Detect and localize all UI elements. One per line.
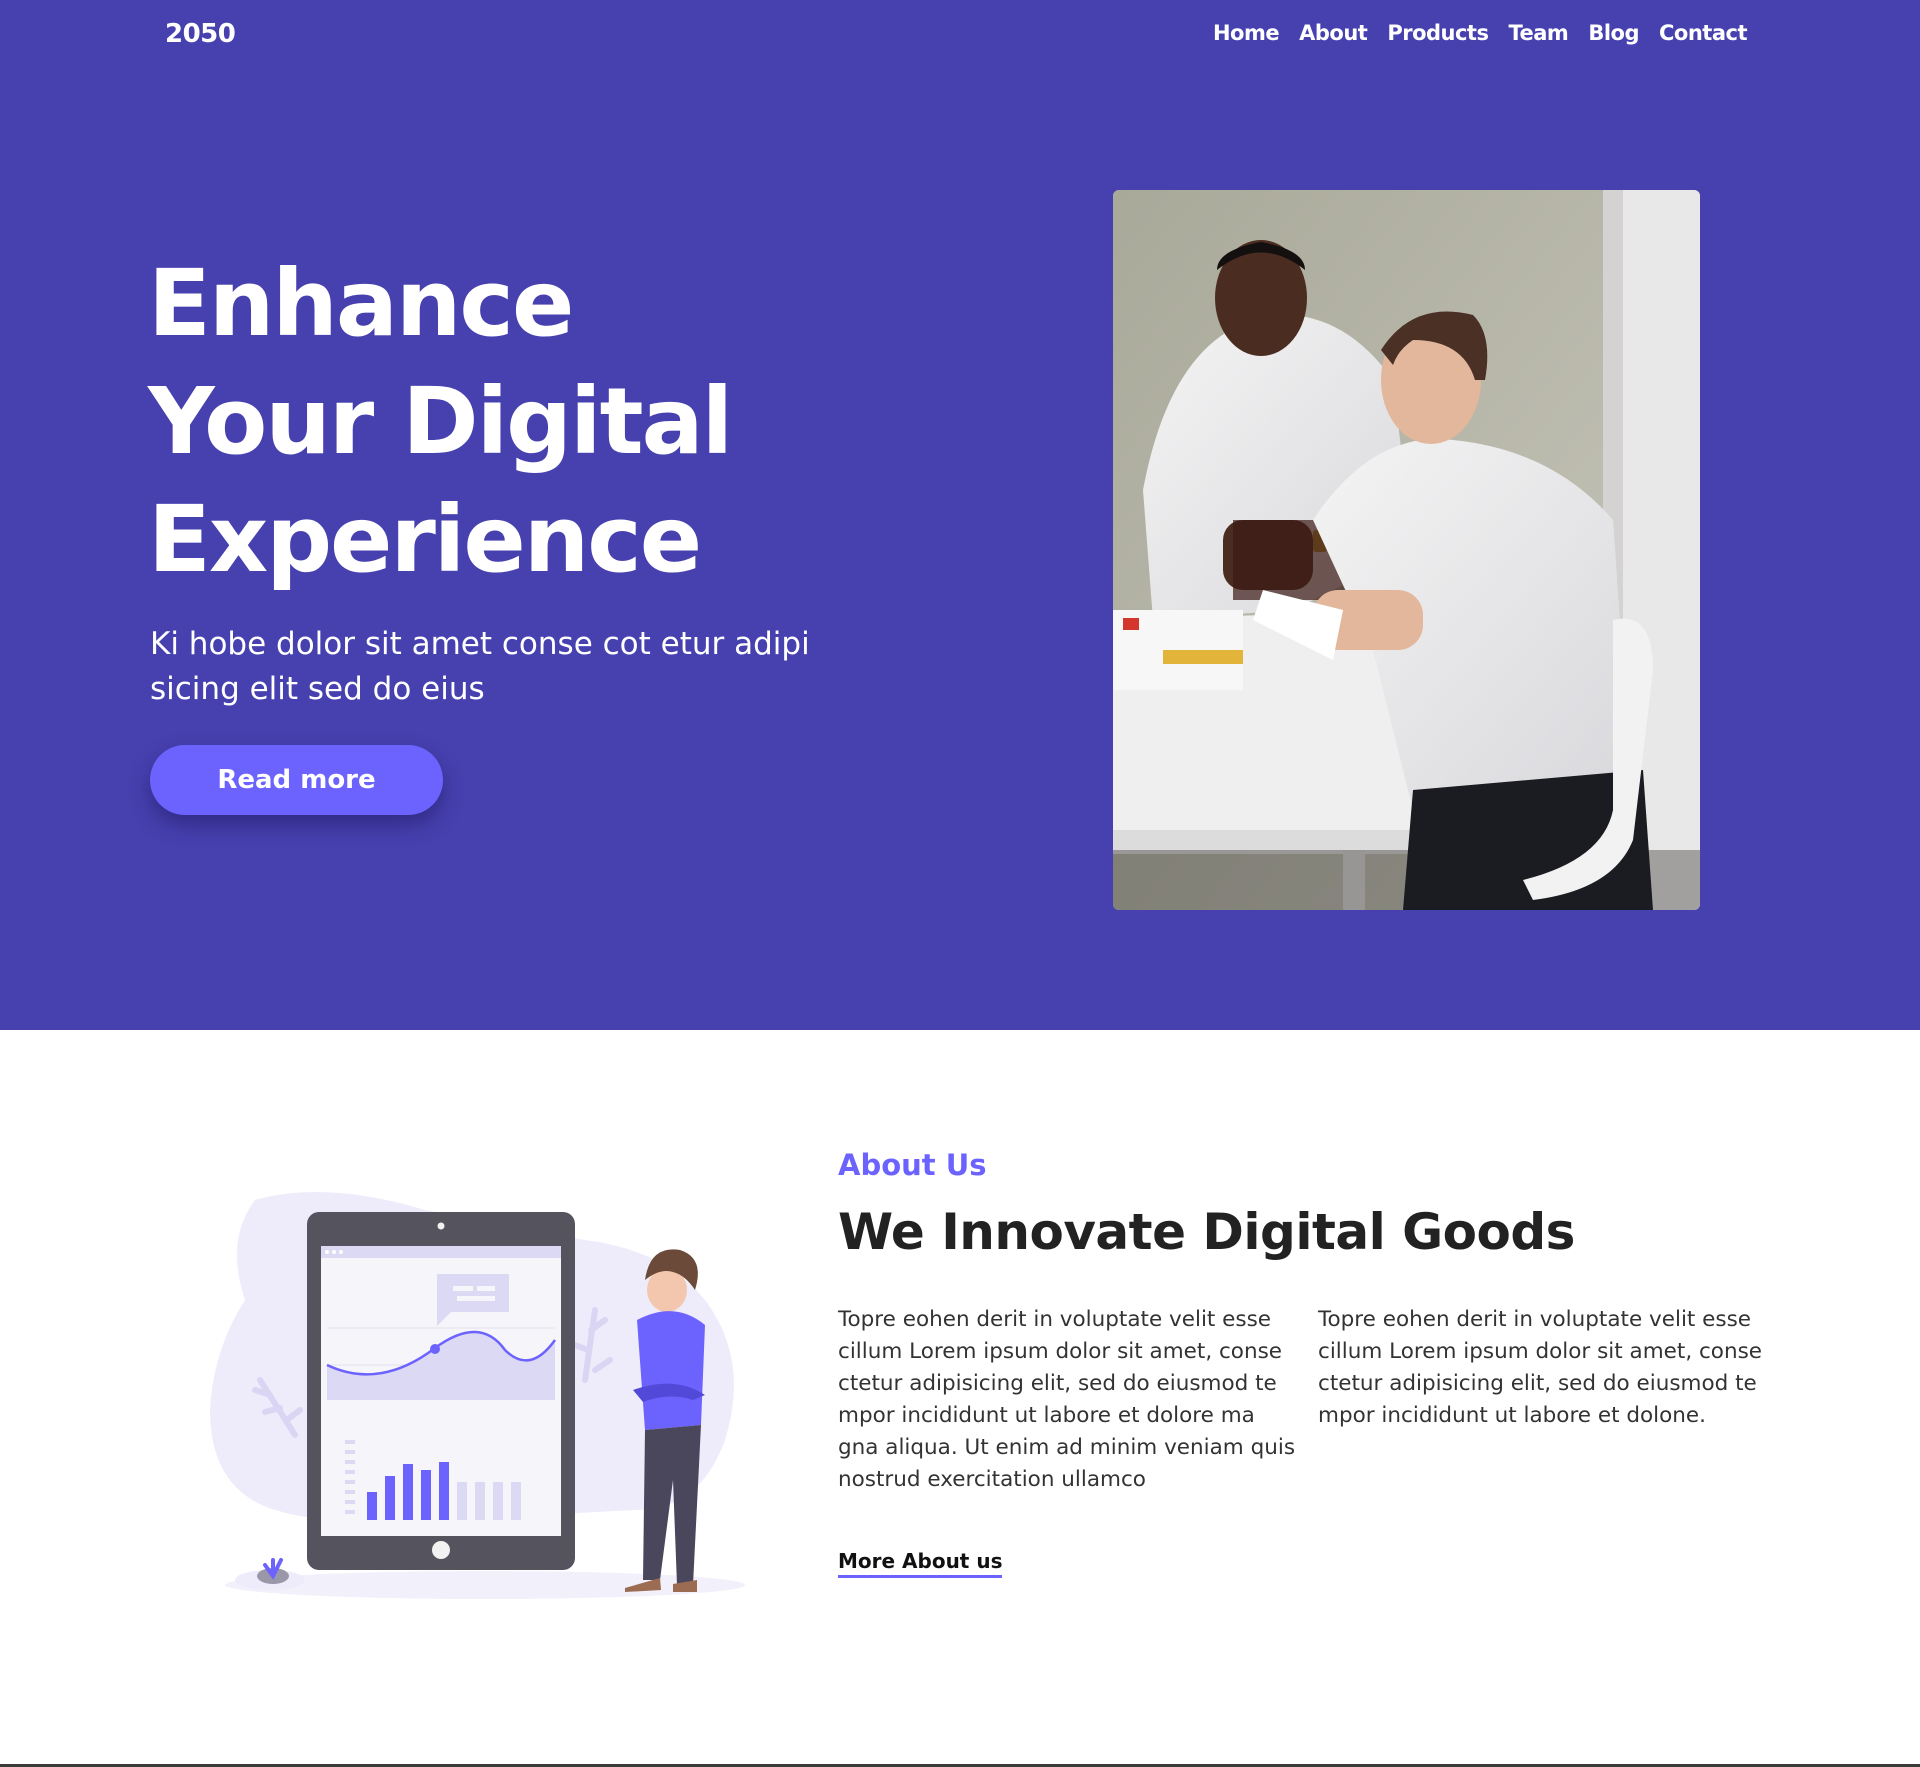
about-title: We Innovate Digital Goods: [838, 1203, 1575, 1261]
nav-link-blog[interactable]: Blog: [1588, 21, 1639, 45]
about-paragraph-1: Topre eohen derit in voluptate velit ess…: [838, 1307, 1296, 1492]
main-nav: Home About Products Team Blog Contact: [1213, 21, 1748, 45]
hero-section: 2050 Home About Products Team Blog Conta…: [0, 0, 1920, 1030]
hero-title: Enhance Your Digital Experience: [148, 245, 868, 599]
hero-photo: [1113, 190, 1700, 910]
more-about-us-link[interactable]: More About us: [838, 1549, 1003, 1578]
about-illustration: [205, 1180, 760, 1620]
nav-link-team[interactable]: Team: [1508, 21, 1568, 45]
about-paragraph-2: Topre eohen derit in voluptate velit ess…: [1318, 1307, 1763, 1428]
hero-subtitle: Ki hobe dolor sit amet conse cot etur ad…: [150, 626, 810, 707]
office-photo-image: [1113, 190, 1700, 910]
hero-title-line: Enhance: [148, 250, 574, 357]
nav-link-contact[interactable]: Contact: [1659, 21, 1748, 45]
hero-title-line: Experience: [148, 486, 702, 593]
hero-title-line: Your Digital: [148, 368, 733, 475]
read-more-button[interactable]: Read more: [150, 745, 443, 815]
nav-link-products[interactable]: Products: [1387, 21, 1489, 45]
nav-link-about[interactable]: About: [1299, 21, 1368, 45]
about-kicker: About Us: [838, 1148, 987, 1182]
tablet-analytics-illustration: [210, 1192, 745, 1599]
brand-logo[interactable]: 2050: [165, 19, 236, 49]
nav-link-home[interactable]: Home: [1213, 21, 1280, 45]
